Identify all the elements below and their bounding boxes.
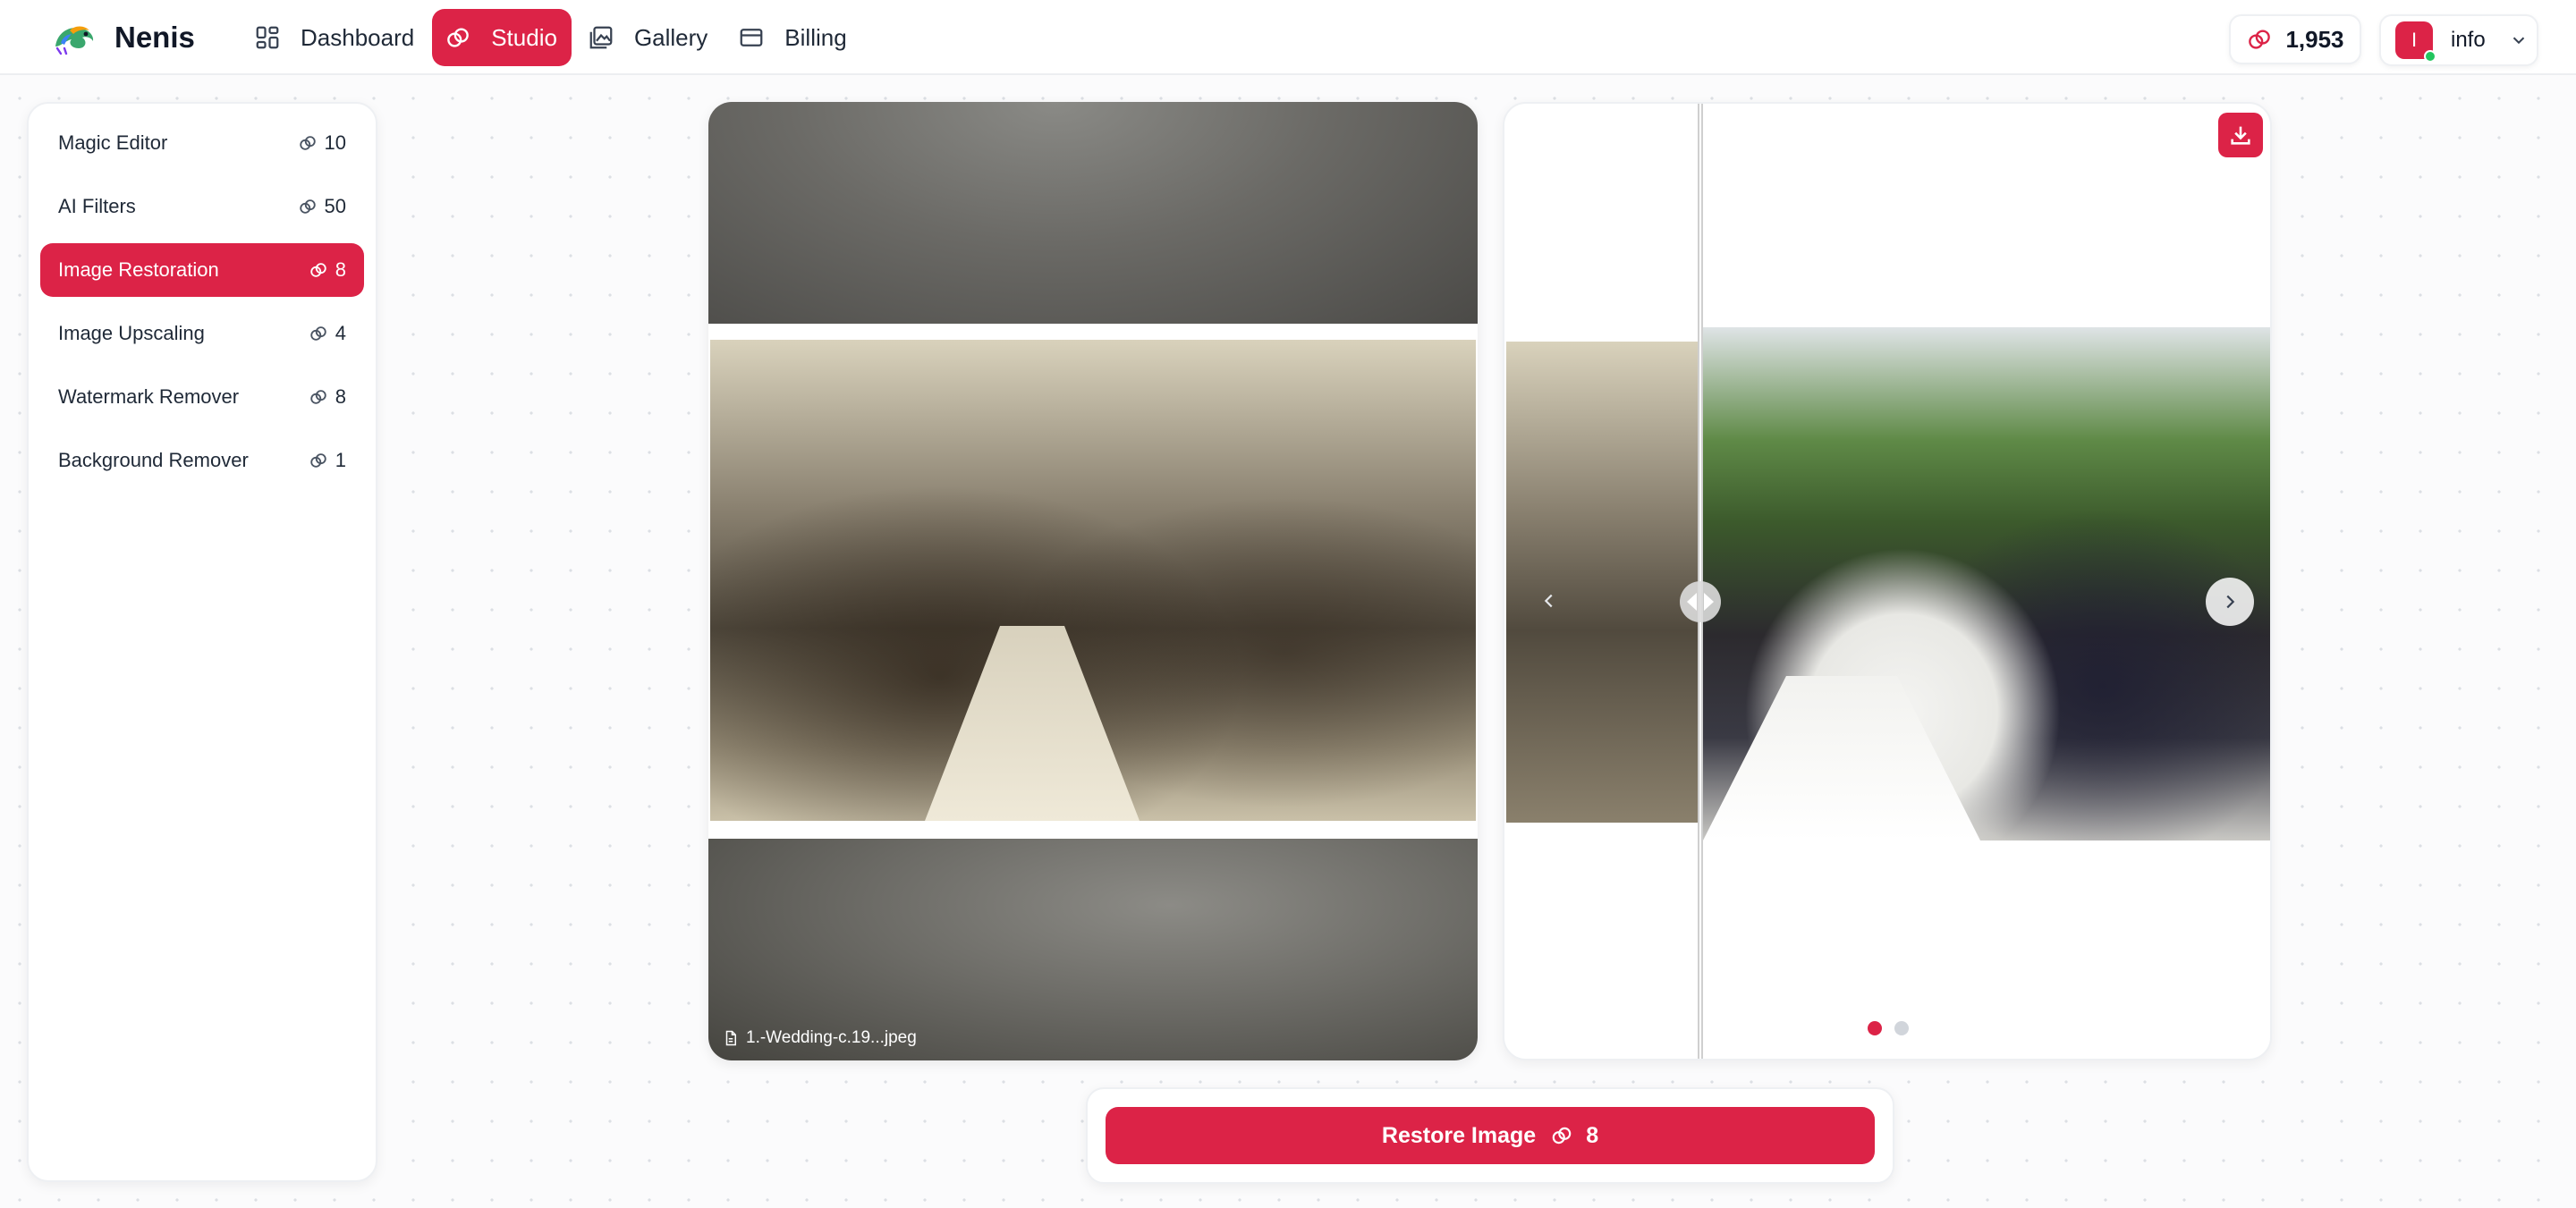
tool-cost-value: 1 [335,449,346,471]
credits-amount: 1,953 [2285,25,2344,53]
tool-label: Image Restoration [58,258,219,281]
chevron-left-icon [1544,594,1553,608]
previous-slide-button[interactable] [1531,583,1567,619]
credits-icon [310,263,326,277]
nav-studio-label: Studio [491,23,557,51]
user-menu[interactable]: I info [2379,14,2538,66]
credits-icon [310,390,326,404]
download-icon [2231,126,2250,145]
tool-cost-value: 10 [324,131,346,154]
tool-cost-value: 8 [335,385,346,408]
credits-icon [2249,30,2271,49]
nav-studio[interactable]: Studio [432,9,572,66]
studio-icon [447,28,470,47]
brand[interactable]: Nenis [52,16,195,59]
nav-billing[interactable]: Billing [725,9,860,66]
nav-billing-label: Billing [784,23,847,51]
credits-icon [299,199,316,214]
tool-cost-value: 50 [324,195,346,217]
credits-icon [299,136,316,150]
chevron-down-icon [2512,37,2524,45]
tool-cost: 8 [309,258,346,282]
comparison-after-image [1703,327,2270,841]
tool-background-remover[interactable]: Background Remover 1 [40,434,364,487]
tool-cost-value: 4 [335,322,346,344]
tool-cost: 4 [309,322,346,345]
credits-icon [310,326,326,341]
file-icon [725,1030,736,1046]
tool-label: AI Filters [58,195,136,217]
billing-icon [740,29,763,46]
tool-cost: 50 [298,195,346,218]
drag-arrows-icon [1687,593,1714,611]
tool-ai-filters[interactable]: AI Filters 50 [40,180,364,233]
photo-tablecloth [1703,676,1980,841]
download-button[interactable] [2218,113,2263,157]
restore-button-cost: 8 [1586,1122,1599,1148]
tool-label: Background Remover [58,449,249,471]
tool-cost: 1 [309,449,346,472]
credits-icon [310,453,326,468]
next-slide-button[interactable] [2206,578,2254,626]
user-name: info [2451,28,2486,52]
tools-sidebar: Magic Editor 10 AI Filters 50 Image Rest… [27,102,377,1182]
dashboard-icon [256,26,279,49]
file-name-label: 1.-Wedding-c.19...jpeg [723,1028,917,1048]
chevron-right-icon [2226,595,2235,609]
main-nav: Dashboard Studio Gallery Billing [242,9,865,66]
tool-label: Magic Editor [58,131,168,154]
online-status-dot [2424,50,2436,63]
blurred-backdrop-top [708,102,1478,324]
tool-cost-value: 8 [335,258,346,281]
nav-dashboard-label: Dashboard [301,23,415,51]
photo-table [925,626,1140,821]
comparison-before-image [1506,342,1699,823]
tool-watermark-remover[interactable]: Watermark Remover 8 [40,370,364,424]
gallery-icon [589,26,613,49]
slide-dot-1[interactable] [1868,1021,1882,1035]
tool-label: Watermark Remover [58,385,240,408]
credits-icon [1552,1127,1572,1145]
avatar: I [2395,21,2436,63]
tool-cost: 10 [298,131,346,155]
tool-cost: 8 [309,385,346,409]
brand-name: Nenis [114,21,195,54]
comparison-drag-handle[interactable] [1680,581,1721,622]
tool-magic-editor[interactable]: Magic Editor 10 [40,116,364,170]
top-bar: Nenis Dashboard Studio Gallery Billing 1… [0,0,2576,75]
original-image-card[interactable]: 1.-Wedding-c.19...jpeg [708,102,1478,1060]
nav-gallery[interactable]: Gallery [575,9,722,66]
file-name: 1.-Wedding-c.19...jpeg [746,1028,917,1047]
avatar-initial: I [2411,29,2418,51]
tool-image-upscaling[interactable]: Image Upscaling 4 [40,307,364,360]
tool-image-restoration[interactable]: Image Restoration 8 [40,243,364,297]
slide-indicator [1868,1021,1921,1035]
credits-balance[interactable]: 1,953 [2229,14,2361,64]
slide-dot-2[interactable] [1894,1021,1909,1035]
tool-label: Image Upscaling [58,322,205,344]
comparison-card [1503,102,2272,1060]
restore-image-button[interactable]: Restore Image 8 [1106,1107,1875,1164]
original-photo [710,340,1476,821]
nav-gallery-label: Gallery [633,23,708,51]
action-bar: Restore Image 8 [1086,1087,1894,1184]
blurred-backdrop-bottom [708,839,1478,1060]
nav-dashboard[interactable]: Dashboard [242,9,428,66]
restore-button-label: Restore Image [1381,1122,1537,1148]
chameleon-logo-icon [55,26,94,55]
original-photo-frame [708,324,1478,839]
